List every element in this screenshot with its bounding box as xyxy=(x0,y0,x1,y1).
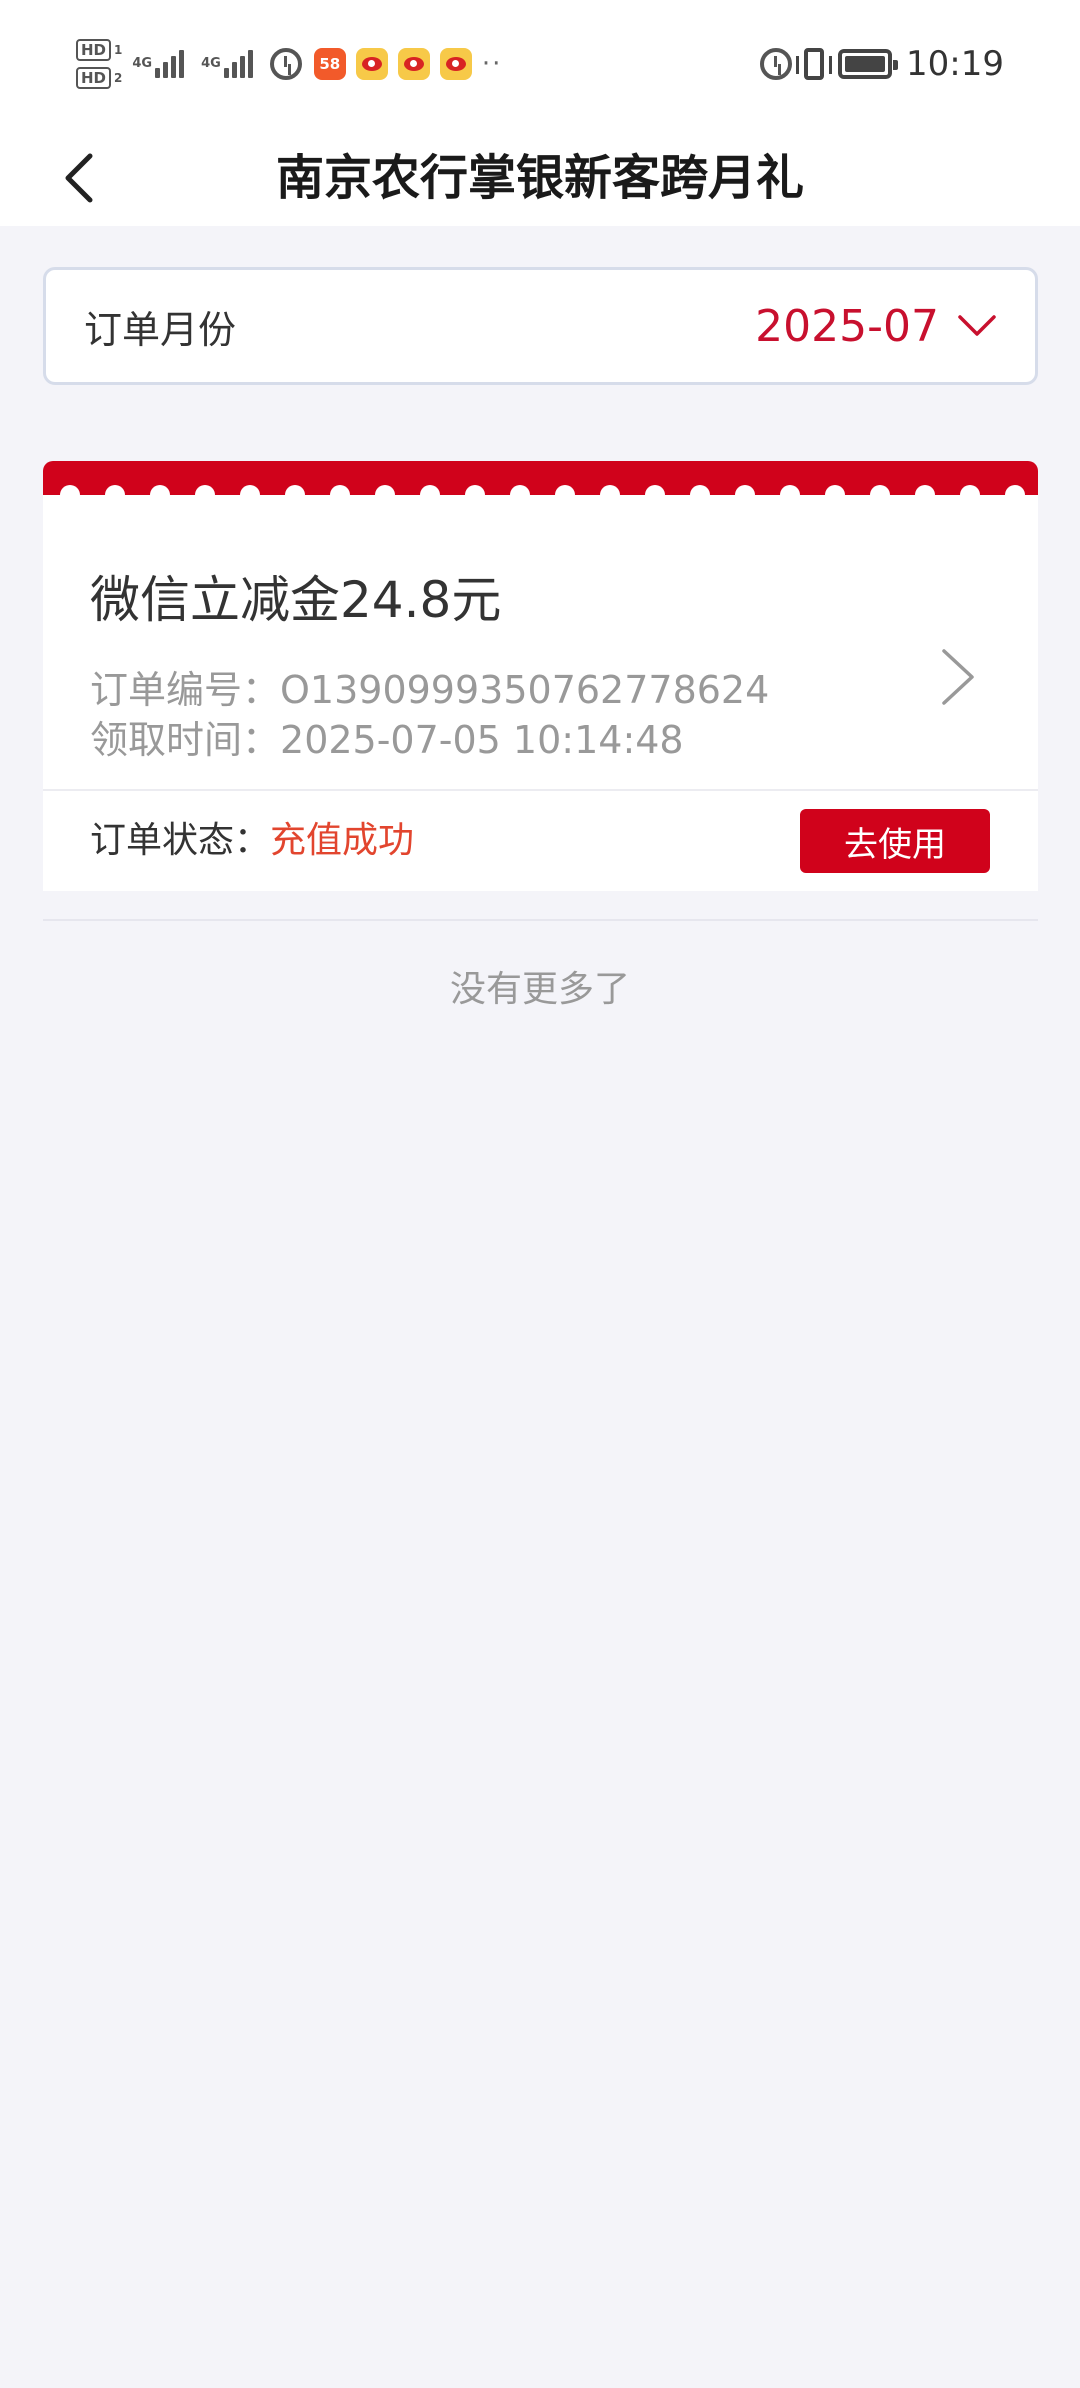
battery-icon xyxy=(838,49,899,79)
hd-text-1: HD xyxy=(76,39,112,61)
month-value: 2025-07 xyxy=(755,300,939,352)
more-notifications-icon: ·· xyxy=(481,49,503,79)
claim-time-value: 2025-07-05 10:14:48 xyxy=(280,718,684,762)
claim-time-row: 领取时间： 2025-07-05 10:14:48 xyxy=(90,715,769,765)
signal-icon-1: 4G xyxy=(132,50,187,78)
list-divider xyxy=(43,919,1038,921)
nav-bar: 南京农行掌银新客跨月礼 xyxy=(0,130,1080,226)
order-name: 微信立减金24.8元 xyxy=(90,571,502,629)
order-detail-link[interactable]: 微信立减金24.8元 订单编号： O1390999350762778624 领取… xyxy=(43,495,1038,762)
order-status-value: 充值成功 xyxy=(270,820,415,861)
page-title: 南京农行掌银新客跨月礼 xyxy=(275,150,804,206)
card-ticket-edge xyxy=(43,461,1038,505)
order-meta: 订单编号： O1390999350762778624 领取时间： 2025-07… xyxy=(90,665,769,765)
order-number-label: 订单编号： xyxy=(90,668,281,712)
signal-label-1: 4G xyxy=(132,56,153,71)
weibo-icon xyxy=(355,48,388,80)
status-bar-left: HD 1 HD 2 4G 4G 58 ·· xyxy=(76,34,502,94)
weibo-icon xyxy=(397,48,430,80)
status-time: 10:19 xyxy=(906,44,1004,84)
chevron-right-icon xyxy=(942,649,974,705)
hd-num-2: 2 xyxy=(114,71,123,85)
app-notification-text: 58 xyxy=(319,55,341,73)
hd-text-2: HD xyxy=(76,67,112,89)
alarm-icon xyxy=(269,48,302,80)
alarm-icon xyxy=(760,48,793,80)
hd-indicators: HD 1 HD 2 xyxy=(76,39,122,89)
claim-time-label: 领取时间： xyxy=(90,718,281,762)
status-bar: HD 1 HD 2 4G 4G 58 ·· 10:19 xyxy=(0,0,1080,130)
hd-indicator-1: HD 1 xyxy=(76,39,122,61)
app-notification-icon: 58 xyxy=(313,48,346,80)
no-more-text: 没有更多了 xyxy=(449,969,630,1010)
order-card: 微信立减金24.8元 订单编号： O1390999350762778624 领取… xyxy=(43,461,1038,891)
hd-indicator-2: HD 2 xyxy=(76,67,122,89)
vibrate-icon xyxy=(796,48,833,80)
order-number-value: O1390999350762778624 xyxy=(280,668,770,712)
month-selector[interactable]: 订单月份 2025-07 xyxy=(43,267,1038,385)
month-value-wrap: 2025-07 xyxy=(755,301,997,352)
signal-label-2: 4G xyxy=(201,56,221,71)
month-label: 订单月份 xyxy=(84,307,237,352)
hd-num-1: 1 xyxy=(114,43,123,57)
order-number-row: 订单编号： O1390999350762778624 xyxy=(90,665,769,715)
signal-icon-2: 4G xyxy=(201,50,256,78)
weibo-icon xyxy=(439,48,472,80)
chevron-down-icon xyxy=(958,315,996,336)
order-status-label: 订单状态： xyxy=(90,820,271,861)
use-button[interactable]: 去使用 xyxy=(800,809,990,873)
card-footer: 订单状态：充值成功 去使用 xyxy=(43,791,1038,891)
order-status: 订单状态：充值成功 xyxy=(90,791,414,891)
status-bar-right: 10:19 xyxy=(760,34,1004,94)
